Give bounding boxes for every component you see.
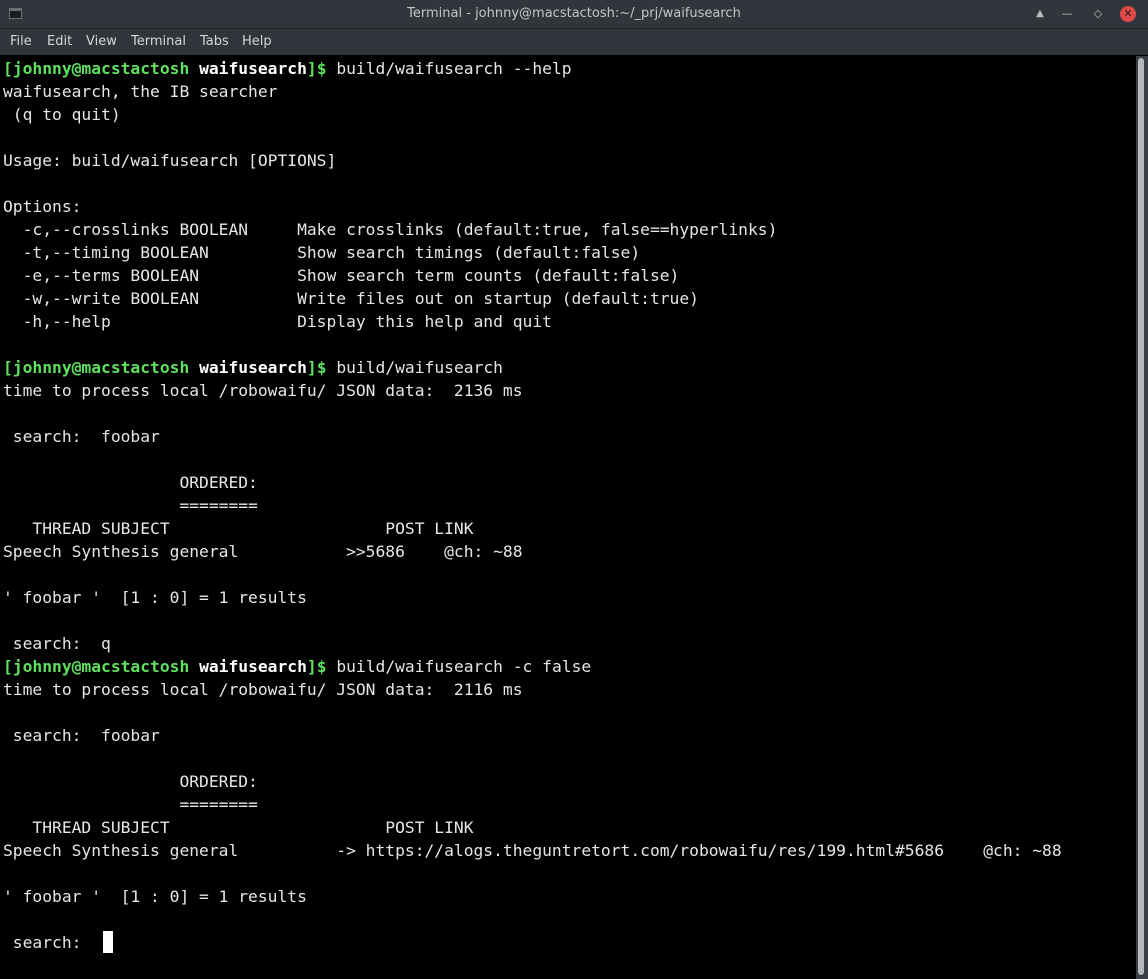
prompt-tail: ]$ [306,657,337,676]
output-line: -c,--crosslinks BOOLEAN Make crosslinks … [3,220,778,239]
prompt-dir: waifusearch [199,59,307,78]
prompt-user: [johnny@macstactosh [3,358,190,377]
prompt-tail: ]$ [306,59,337,78]
output-line: ' foobar ' [1 : 0] = 1 results [3,887,307,906]
prompt-user: [johnny@macstactosh [3,657,190,676]
maximize-icon[interactable]: ◇ [1089,5,1107,23]
output-line: -e,--terms BOOLEAN Show search term coun… [3,266,680,285]
menu-edit[interactable]: Edit [45,34,74,49]
output-line: Speech Synthesis general -> https://alog… [3,841,1062,860]
output-line: -h,--help Display this help and quit [3,312,552,331]
window-title: Terminal - johnny@macstactosh:~/_prj/wai… [407,6,741,21]
scrollbar[interactable] [1136,56,1148,979]
menu-view[interactable]: View [84,34,119,49]
text-cursor[interactable] [103,931,114,953]
terminal-window: Terminal - johnny@macstactosh:~/_prj/wai… [0,0,1148,979]
minimize-icon[interactable]: — [1058,5,1076,23]
output-line: ORDERED: [3,473,258,492]
close-icon[interactable]: ✕ [1120,6,1136,22]
search-prompt: search: [3,933,102,952]
menu-bar: File Edit View Terminal Tabs Help [0,29,1148,55]
output-line: ' foobar ' [1 : 0] = 1 results [3,588,307,607]
output-line: (q to quit) [3,105,121,124]
menu-help[interactable]: Help [240,34,274,49]
output-line: waifusearch, the IB searcher [3,82,278,101]
output-line: time to process local /robowaifu/ JSON d… [3,381,523,400]
prompt-dir: waifusearch [199,358,307,377]
command-text: build/waifusearch --help [336,59,572,78]
terminal-output[interactable]: [johnny@macstactosh waifusearch]$ build/… [0,56,1136,979]
prompt-dir: waifusearch [199,657,307,676]
output-line: -w,--write BOOLEAN Write files out on st… [3,289,699,308]
output-line: THREAD SUBJECT POST LINK [3,818,474,837]
prompt-user: [johnny@macstactosh [3,59,190,78]
output-line: -t,--timing BOOLEAN Show search timings … [3,243,641,262]
output-line: THREAD SUBJECT POST LINK [3,519,474,538]
output-line: ======== [3,795,258,814]
title-bar[interactable]: Terminal - johnny@macstactosh:~/_prj/wai… [0,0,1148,29]
output-line: Options: [3,197,82,216]
prompt-line: [johnny@macstactosh waifusearch]$ build/… [3,356,503,379]
prompt-line: [johnny@macstactosh waifusearch]$ build/… [3,57,572,80]
output-line: Speech Synthesis general >>5686 @ch: ~88 [3,542,523,561]
output-line: ORDERED: [3,772,258,791]
up-triangle-icon[interactable]: ▲ [1031,5,1049,23]
command-text: build/waifusearch [336,358,503,377]
output-line: Usage: build/waifusearch [OPTIONS] [3,151,337,170]
scrollbar-thumb[interactable] [1138,58,1144,975]
prompt-line: [johnny@macstactosh waifusearch]$ build/… [3,655,591,678]
command-text: build/waifusearch -c false [336,657,592,676]
menu-tabs[interactable]: Tabs [198,34,231,49]
prompt-tail: ]$ [306,358,337,377]
output-line: search: foobar [3,726,160,745]
menu-file[interactable]: File [8,34,34,49]
output-line: search: foobar [3,427,160,446]
output-line: search: q [3,634,111,653]
menu-terminal[interactable]: Terminal [129,34,188,49]
output-line: time to process local /robowaifu/ JSON d… [3,680,523,699]
input-line[interactable]: search: [3,931,114,954]
output-line: ======== [3,496,258,515]
